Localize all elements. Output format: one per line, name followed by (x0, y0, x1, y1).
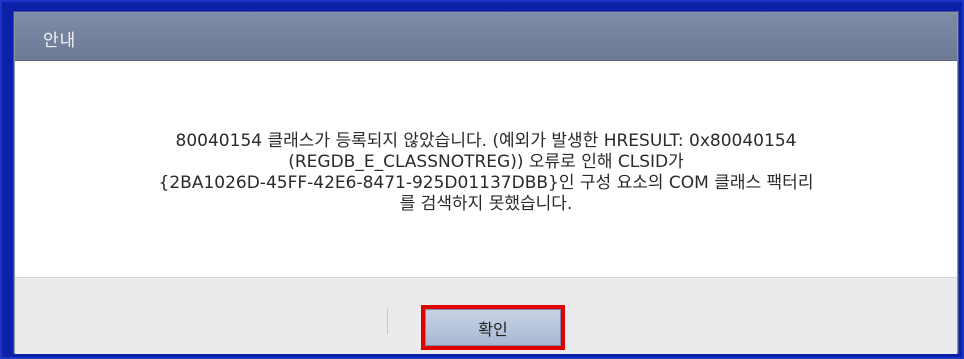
dialog-footer: 확인 (15, 277, 957, 354)
ok-button-face[interactable]: 확인 (425, 309, 561, 346)
message-line: 80040154 클래스가 등록되지 않았습니다. (예외가 발생한 HRESU… (175, 130, 797, 151)
error-dialog: 안내 80040154 클래스가 등록되지 않았습니다. (예외가 발생한 HR… (14, 12, 958, 354)
ok-button-label: 확인 (478, 319, 508, 339)
message-line: {2BA1026D-45FF-42E6-8471-925D01137DBB}인 … (158, 172, 814, 193)
footer-divider (387, 308, 388, 334)
message-line: (REGDB_E_CLASSNOTREG)) 오류로 인해 CLSID가 (288, 151, 684, 172)
dialog-title: 안내 (43, 31, 77, 51)
screen-frame: 안내 80040154 클래스가 등록되지 않았습니다. (예외가 발생한 HR… (0, 0, 964, 359)
message-area: 80040154 클래스가 등록되지 않았습니다. (예외가 발생한 HRESU… (15, 62, 957, 277)
dialog-titlebar[interactable]: 안내 (15, 13, 957, 61)
ok-button[interactable]: 확인 (421, 305, 565, 350)
error-message: 80040154 클래스가 등록되지 않았습니다. (예외가 발생한 HRESU… (41, 131, 931, 215)
message-line: 를 검색하지 못했습니다. (399, 193, 573, 214)
